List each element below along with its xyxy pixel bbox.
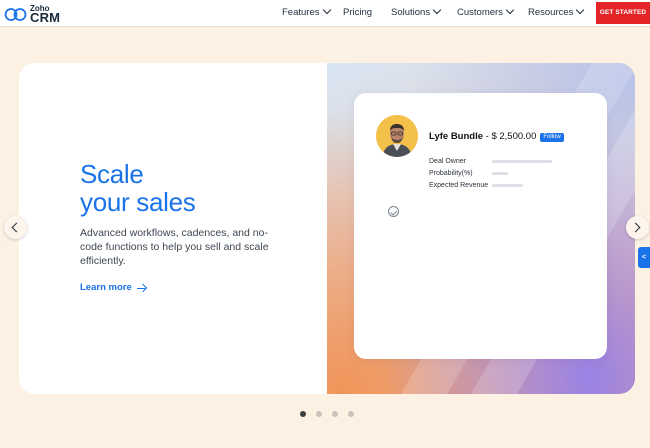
nav-label: Resources bbox=[528, 7, 574, 18]
learn-more-label: Learn more bbox=[80, 282, 132, 293]
deal-title: Lyfe Bundle - $ 2,500.00 Follow bbox=[429, 131, 564, 143]
get-started-button[interactable]: GET STARTED bbox=[596, 2, 650, 24]
hero-description: Advanced workflows, cadences, and no-cod… bbox=[80, 227, 269, 267]
hero-slide: Scale your sales Advanced workflows, cad… bbox=[19, 63, 635, 394]
nav-label: Pricing bbox=[343, 7, 373, 18]
avatar bbox=[376, 115, 418, 157]
carousel-prev-button[interactable] bbox=[4, 216, 27, 239]
side-panel-tab[interactable]: < bbox=[638, 247, 650, 268]
headline-line-2: your sales bbox=[80, 187, 196, 217]
deal-name: Lyfe Bundle bbox=[429, 131, 484, 142]
hero-headline: Scale your sales bbox=[80, 160, 196, 216]
zoho-rings-icon bbox=[4, 8, 27, 21]
field-probability: Probability(%) bbox=[429, 170, 473, 177]
top-navigation: Zoho CRM Features Pricing Solutions Cust… bbox=[0, 0, 650, 27]
check-circle-icon bbox=[388, 206, 399, 217]
logo-text-big: CRM bbox=[30, 10, 61, 25]
nav-item-features[interactable]: Features bbox=[282, 5, 331, 19]
chevron-right-icon bbox=[630, 222, 641, 233]
nav-item-solutions[interactable]: Solutions bbox=[391, 5, 442, 19]
headline-line-1: Scale bbox=[80, 159, 144, 189]
nav-item-pricing[interactable]: Pricing bbox=[343, 7, 372, 19]
nav-label: Features bbox=[282, 7, 320, 18]
expected-revenue-value-placeholder bbox=[492, 184, 523, 187]
field-deal-owner: Deal Owner bbox=[429, 158, 466, 165]
nav-label: Customers bbox=[457, 7, 503, 18]
chevron-down-icon bbox=[432, 5, 442, 15]
carousel-next-button[interactable] bbox=[626, 216, 649, 239]
carousel-dot-1[interactable] bbox=[300, 411, 306, 417]
hero-text-panel: Scale your sales Advanced workflows, cad… bbox=[19, 63, 327, 394]
carousel-dot-4[interactable] bbox=[348, 411, 354, 417]
deal-owner-value-placeholder bbox=[492, 160, 552, 163]
zoho-crm-logo[interactable]: Zoho CRM bbox=[4, 3, 64, 25]
arrow-right-icon bbox=[136, 287, 145, 289]
carousel-dot-3[interactable] bbox=[332, 411, 338, 417]
carousel-dot-2[interactable] bbox=[316, 411, 322, 417]
deal-card: Lyfe Bundle - $ 2,500.00 Follow Deal Owne… bbox=[354, 93, 607, 359]
follow-button[interactable]: Follow bbox=[540, 133, 564, 142]
learn-more-link[interactable]: Learn more bbox=[80, 282, 145, 294]
deal-amount: - $ 2,500.00 bbox=[485, 131, 537, 142]
person-portrait-icon bbox=[376, 115, 418, 157]
chevron-down-icon bbox=[505, 5, 515, 15]
nav-label: Solutions bbox=[391, 7, 431, 18]
chevron-down-icon bbox=[322, 5, 331, 15]
chevron-down-icon bbox=[576, 5, 585, 15]
nav-item-customers[interactable]: Customers bbox=[457, 5, 515, 19]
chevron-left-icon bbox=[11, 222, 22, 233]
field-expected-revenue: Expected Revenue bbox=[429, 182, 489, 189]
nav-item-resources[interactable]: Resources bbox=[528, 5, 585, 19]
probability-value-placeholder bbox=[492, 172, 508, 175]
